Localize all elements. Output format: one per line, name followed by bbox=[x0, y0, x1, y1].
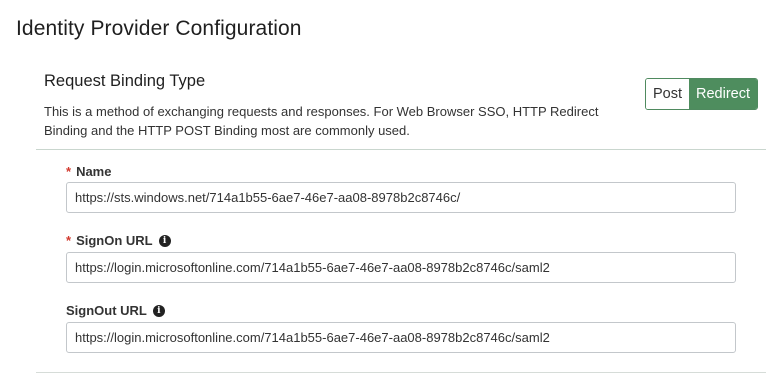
info-icon[interactable]: i bbox=[158, 234, 171, 247]
page-title: Identity Provider Configuration bbox=[16, 17, 302, 40]
section-divider bbox=[36, 149, 766, 150]
name-input[interactable] bbox=[66, 182, 736, 213]
signout-url-label-text: SignOut URL bbox=[66, 303, 147, 318]
signon-url-field-label: * SignOn URL i bbox=[66, 233, 171, 248]
signon-url-input[interactable] bbox=[66, 252, 736, 283]
name-field-label: * Name bbox=[66, 164, 111, 179]
binding-option-redirect[interactable]: Redirect bbox=[689, 79, 757, 109]
binding-section-description: This is a method of exchanging requests … bbox=[44, 104, 599, 138]
bottom-divider bbox=[36, 372, 766, 373]
required-marker: * bbox=[66, 233, 72, 248]
binding-option-post[interactable]: Post bbox=[646, 79, 689, 109]
idp-config-page: Identity Provider Configuration Request … bbox=[0, 0, 782, 375]
binding-type-toggle[interactable]: Post Redirect bbox=[645, 78, 758, 110]
required-marker: * bbox=[66, 164, 72, 179]
binding-section-title: Request Binding Type bbox=[44, 72, 206, 90]
signout-url-input[interactable] bbox=[66, 322, 736, 353]
signout-url-field-label: SignOut URL i bbox=[66, 303, 165, 318]
info-icon[interactable]: i bbox=[152, 304, 165, 317]
name-label-text: Name bbox=[76, 164, 112, 179]
signon-url-label-text: SignOn URL bbox=[76, 233, 153, 248]
